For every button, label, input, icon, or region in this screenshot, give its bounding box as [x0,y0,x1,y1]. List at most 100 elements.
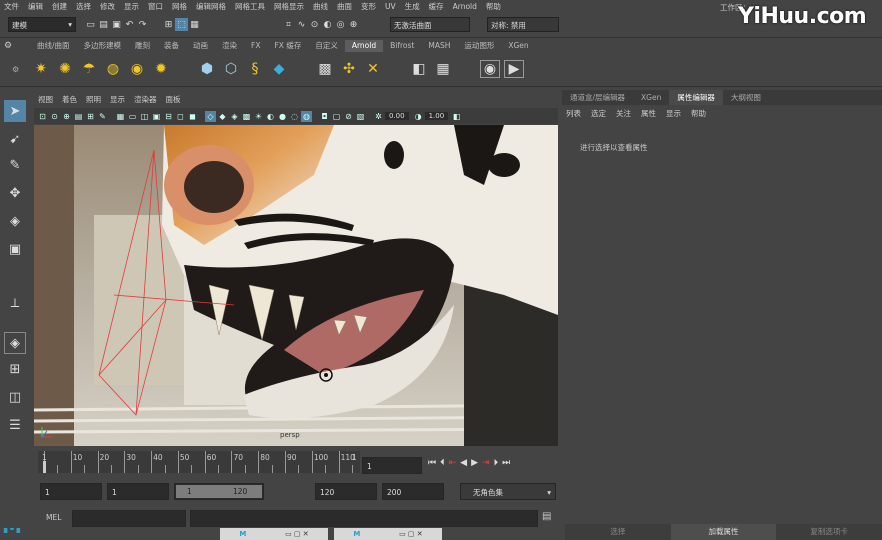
film-gate-icon[interactable]: ▭ [127,111,138,122]
isolate-icon[interactable]: ◘ [319,111,330,122]
skydome-light-icon[interactable]: ◍ [104,60,122,78]
menu-item[interactable]: 网格 [172,1,187,12]
object-mode-icon[interactable]: ⬚ [175,18,188,31]
make-live-icon[interactable]: ⊕ [347,18,360,31]
menu-item[interactable]: 曲线 [313,1,328,12]
step-back-frame-icon[interactable]: ⇤ [449,458,457,468]
four-view-icon[interactable]: ⊞ [4,358,26,380]
photometric-light-icon[interactable]: ✹ [152,60,170,78]
flush-cache-icon[interactable]: ✣ [340,60,358,78]
lasso-tool-icon[interactable]: ➹ [4,128,26,150]
gate-mask-icon[interactable]: ▣ [151,111,162,122]
shelf-tab[interactable]: 动画 [186,40,215,52]
menu-item[interactable]: 网格显示 [274,1,304,12]
volume-icon[interactable]: ◆ [270,60,288,78]
menu-item[interactable]: 创建 [52,1,67,12]
paint-select-icon[interactable]: ✎ [4,154,26,176]
panel-menu-item[interactable]: 照明 [86,94,101,105]
menu-item[interactable]: 网格工具 [235,1,265,12]
shelf-tab[interactable]: 渲染 [215,40,244,52]
shelf-tab[interactable]: MASH [421,40,457,52]
attribute-menu-item[interactable]: 属性 [641,108,656,119]
curve-collector-icon[interactable]: § [246,60,264,78]
license-icon[interactable]: ▦ [434,60,452,78]
animation-start-field[interactable]: 1 [40,483,102,500]
redo-icon[interactable]: ↷ [136,18,149,31]
step-forward-key-icon[interactable]: ⏵ [494,458,499,468]
snap-point-icon[interactable]: ⊙ [308,18,321,31]
taskbar-window-2[interactable]: M ▭ ▢ ✕ [334,528,442,540]
character-set-select[interactable]: 无角色集 ▾ [460,483,556,500]
resolution-gate-icon[interactable]: ◫ [139,111,150,122]
shelf-tab[interactable]: 自定义 [308,40,345,52]
shelf-settings-icon[interactable]: ⚙ [4,41,12,51]
mesh-light-icon[interactable]: ◉ [128,60,146,78]
shelf-tab[interactable]: 运动图形 [457,40,501,52]
attribute-menu-item[interactable]: 帮助 [691,108,706,119]
safe-title-icon[interactable]: ◼ [187,111,198,122]
shelf-tab[interactable]: 装备 [157,40,186,52]
shelf-tab[interactable]: XGen [501,40,535,52]
snap-curve-icon[interactable]: ∿ [295,18,308,31]
menu-item[interactable]: 窗口 [148,1,163,12]
menu-item[interactable]: Arnold [453,2,477,11]
menu-item[interactable]: 文件 [4,1,19,12]
xray-joints-icon[interactable]: ⊘ [343,111,354,122]
menu-item[interactable]: 变形 [361,1,376,12]
grid-icon[interactable]: ▦ [115,111,126,122]
move-tool-icon[interactable]: ✥ [4,182,26,204]
shelf-tab[interactable]: 雕刻 [128,40,157,52]
image-plane-icon[interactable]: ▤ [73,111,84,122]
menu-item[interactable]: 缓存 [429,1,444,12]
playback-end-field[interactable]: 120 [315,483,377,500]
shelf-tab[interactable]: FX 缓存 [267,40,308,52]
mel-input[interactable] [72,510,186,527]
menu-item[interactable]: 生成 [405,1,420,12]
open-scene-icon[interactable]: ▤ [97,18,110,31]
shelf-tab[interactable]: Arnold [344,40,384,52]
standin-icon[interactable]: ⬢ [198,60,216,78]
shelf-tab[interactable]: 曲线/曲面 [30,40,77,52]
shelf-tab[interactable]: FX [244,40,267,52]
component-mode-icon[interactable]: ▦ [188,18,201,31]
field-chart-icon[interactable]: ⊟ [163,111,174,122]
right-tab[interactable]: 属性编辑器 [669,90,723,105]
attribute-menu-item[interactable]: 选定 [591,108,606,119]
smooth-shade-icon[interactable]: ◆ [217,111,228,122]
snap-view-icon[interactable]: ◎ [334,18,347,31]
shelf-tab[interactable]: 多边形建模 [77,40,129,52]
delete-cache-icon[interactable]: ✕ [364,60,382,78]
shelf-options-icon[interactable]: ⚙ [12,65,19,74]
menu-item[interactable]: 显示 [124,1,139,12]
point-light-icon[interactable]: ✺ [56,60,74,78]
bottom-tab[interactable]: 复制选项卡 [776,524,882,540]
motion-blur-icon[interactable]: ◌ [289,111,300,122]
menu-item[interactable]: 曲面 [337,1,352,12]
snap-grid-icon[interactable]: ⌗ [282,18,295,31]
attribute-menu-item[interactable]: 关注 [616,108,631,119]
menu-item[interactable]: 编辑 [28,1,43,12]
menu-item[interactable]: 帮助 [486,1,501,12]
grease-pencil-icon[interactable]: ✎ [97,111,108,122]
script-editor-icon[interactable]: ▤ [542,511,551,522]
export-standin-icon[interactable]: ⬡ [222,60,240,78]
attribute-menu-item[interactable]: 显示 [666,108,681,119]
select-tool-icon[interactable]: ➤ [4,100,26,122]
area-light-icon[interactable]: ✷ [32,60,50,78]
visibility-icon[interactable]: ◉ [480,60,500,78]
two-view-icon[interactable]: ◫ [4,386,26,408]
viewport-persp[interactable]: persp [34,125,558,446]
live-surface-field[interactable]: 无激活曲面 [390,17,470,32]
texture-manager-icon[interactable]: ▩ [316,60,334,78]
bottom-tab[interactable]: 选择 [565,524,671,540]
right-tab[interactable]: 大纲视图 [723,90,769,105]
go-to-start-icon[interactable]: ⏮ [428,458,436,468]
exposure-icon[interactable]: ✲ [373,111,384,122]
playblast-icon[interactable]: ▶ [504,60,524,78]
current-time-marker[interactable] [43,461,46,473]
color-management-icon[interactable]: ◧ [451,111,462,122]
axis-icon[interactable]: ⟂ [4,292,26,314]
wireframe-on-shaded-icon[interactable]: ◈ [229,111,240,122]
single-view-icon[interactable]: ◈ [4,332,26,354]
shelf-tab[interactable]: Bifrost [383,40,421,52]
